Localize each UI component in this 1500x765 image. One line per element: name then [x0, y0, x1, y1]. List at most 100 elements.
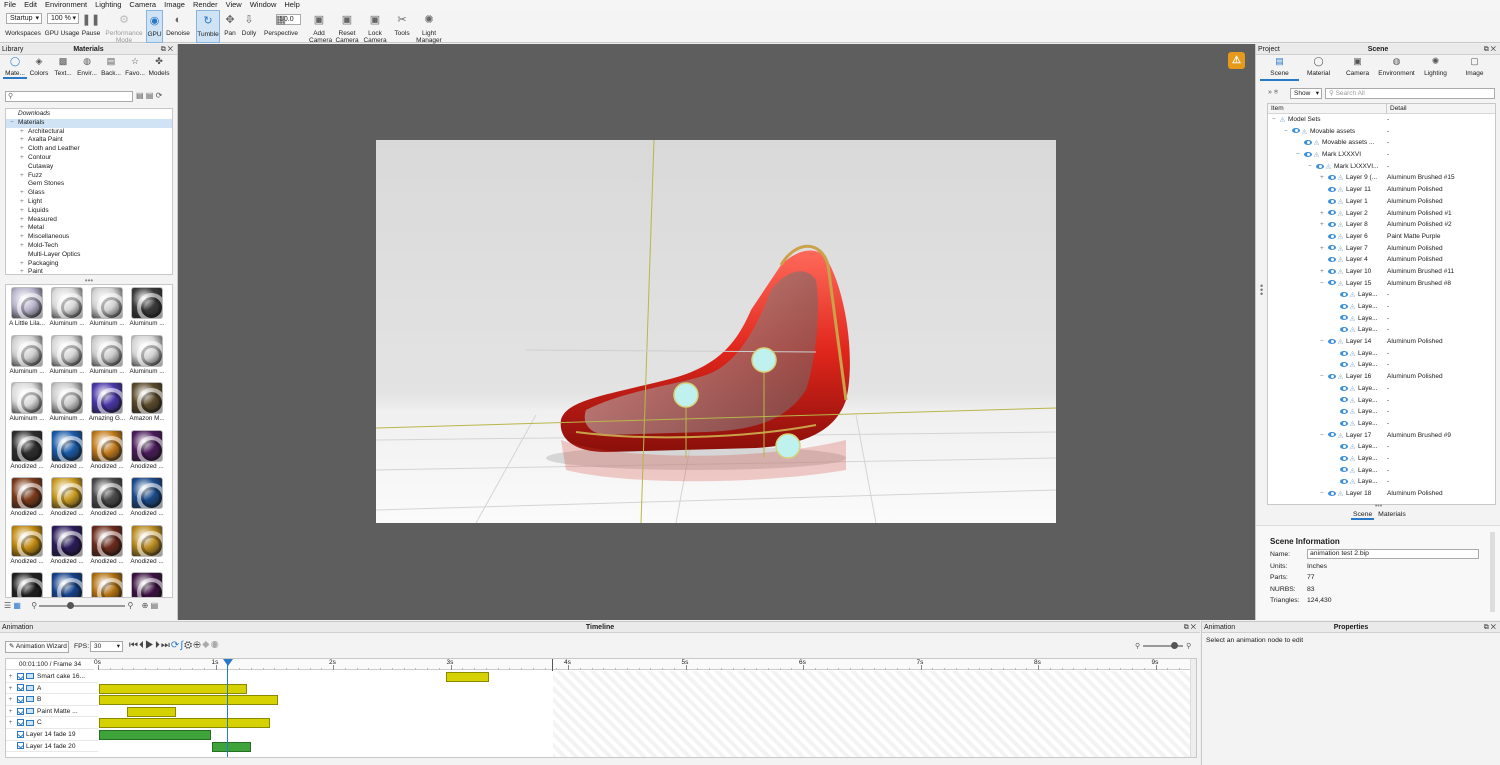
expand-icon[interactable]: +	[1320, 172, 1328, 184]
close-icon[interactable]: ⧉ ✕	[1184, 622, 1196, 633]
show-dropdown[interactable]: Show ▾	[1290, 88, 1322, 99]
col-detail-header[interactable]: Detail	[1386, 104, 1407, 114]
collapse-icon[interactable]: −	[1320, 371, 1328, 383]
thumbnail-size-slider[interactable]	[39, 601, 126, 609]
visibility-eye-icon[interactable]	[1328, 338, 1336, 344]
time-ruler[interactable]: 0s 1s 2s 3s 4s 5s 6s 7s 8s 9s	[94, 659, 1196, 670]
project-tab-scene[interactable]: ▤ Scene	[1260, 55, 1299, 81]
expand-icon[interactable]: +	[20, 145, 28, 154]
material-thumbnail[interactable]: Aluminum ...	[127, 285, 167, 333]
expand-icon[interactable]: +	[20, 198, 28, 207]
collapse-icon[interactable]: −	[1272, 114, 1280, 126]
material-thumbnail[interactable]: Anodized ...	[127, 570, 167, 597]
menu-help[interactable]: Help	[280, 0, 303, 10]
material-thumbnail[interactable]: Anodized ...	[7, 523, 47, 571]
scene-tree-row[interactable]: − ◬ Mark LXXXVI... -	[1268, 161, 1495, 173]
pan-button[interactable]: ✥ Pan	[222, 10, 238, 43]
grid-view-icon[interactable]: ▦	[13, 601, 21, 610]
library-tree-item[interactable]: + Glass	[6, 189, 172, 198]
timeline-zoom-slider[interactable]	[1143, 642, 1184, 650]
animation-clip[interactable]	[99, 730, 211, 740]
library-tree-item[interactable]: + Axalta Paint	[6, 136, 172, 145]
scene-tree-row[interactable]: ◬ Laye... -	[1268, 465, 1495, 477]
visibility-eye-icon[interactable]	[1340, 420, 1348, 426]
visibility-eye-icon[interactable]	[1328, 432, 1336, 438]
scene-tree-row[interactable]: ◬ Laye... -	[1268, 476, 1495, 488]
dolly-button[interactable]: ⇩ Dolly	[239, 10, 259, 43]
visibility-eye-icon[interactable]	[1304, 151, 1312, 157]
animation-clip[interactable]	[99, 718, 270, 729]
end-marker[interactable]	[552, 659, 553, 671]
scene-tree-row[interactable]: + ◬ Layer 2 Aluminum Polished #1	[1268, 208, 1495, 220]
scene-tree-row[interactable]: + ◬ Layer 9 (... Aluminum Brushed #15	[1268, 172, 1495, 184]
folder-icon[interactable]: ▤	[151, 601, 159, 610]
library-tab-0[interactable]: ◯ Mate...	[3, 55, 27, 79]
reset-camera-button[interactable]: ▣ Reset Camera	[335, 10, 359, 44]
menu-environment[interactable]: Environment	[41, 0, 91, 10]
scene-tree-row[interactable]: ◬ Laye... -	[1268, 324, 1495, 336]
scene-tree-row[interactable]: − ◬ Layer 14 Aluminum Polished	[1268, 336, 1495, 348]
workspaces-button[interactable]: Workspaces	[3, 10, 43, 43]
collapse-icon[interactable]: −	[1296, 149, 1304, 161]
library-tree-item[interactable]: + Light	[6, 198, 172, 207]
visibility-eye-icon[interactable]	[1328, 198, 1336, 204]
project-tab-lighting[interactable]: ✺ Lighting	[1416, 55, 1455, 81]
visibility-eye-icon[interactable]	[1340, 479, 1348, 485]
visibility-eye-icon[interactable]	[1316, 163, 1324, 169]
project-tab-environment[interactable]: ◍ Environment	[1377, 55, 1416, 81]
library-tree-item[interactable]: + Fuzz	[6, 172, 172, 181]
animation-clip[interactable]	[212, 741, 251, 752]
add-icon[interactable]: ⊕	[142, 601, 149, 610]
playhead-handle[interactable]	[223, 659, 233, 666]
project-tab-camera[interactable]: ▣ Camera	[1338, 55, 1377, 81]
collapse-icon[interactable]: −	[10, 119, 18, 128]
project-tab-image[interactable]: ▢ Image	[1455, 55, 1494, 81]
scene-tree-row[interactable]: − ◬ Layer 18 Aluminum Polished	[1268, 488, 1495, 500]
fps-select[interactable]: 30 ▾	[90, 641, 123, 652]
visibility-eye-icon[interactable]	[1340, 350, 1348, 356]
info-scrollbar[interactable]	[1490, 532, 1495, 612]
visibility-eye-icon[interactable]	[1328, 221, 1336, 227]
scene-tree-row[interactable]: ◬ Laye... -	[1268, 301, 1495, 313]
material-thumbnail[interactable]: Aluminum ...	[127, 333, 167, 381]
denoise-button[interactable]: ◐ Denoise	[165, 10, 191, 43]
material-thumbnail[interactable]: Anodized ...	[87, 570, 127, 597]
expand-icon[interactable]: +	[20, 128, 28, 137]
playhead[interactable]	[227, 659, 228, 757]
timeline-scrollbar[interactable]	[1190, 659, 1196, 757]
library-tree-item[interactable]: Multi-Layer Optics	[6, 251, 172, 260]
scene-tree-row[interactable]: ◬ Laye... -	[1268, 289, 1495, 301]
scene-tree-row[interactable]: + ◬ Layer 10 Aluminum Brushed #11	[1268, 266, 1495, 278]
scene-tree-row[interactable]: ◬ Laye... -	[1268, 441, 1495, 453]
rendered-image[interactable]	[376, 140, 1056, 523]
collapse-icon[interactable]: −	[1320, 336, 1328, 348]
library-tree-item[interactable]: Cutaway	[6, 163, 172, 172]
scene-tree-row[interactable]: ◬ Laye... -	[1268, 406, 1495, 418]
collapse-icon[interactable]: −	[1320, 488, 1328, 500]
snap-icon[interactable]: ⊕	[193, 640, 202, 651]
library-tree-item[interactable]: Gem Stones	[6, 180, 172, 189]
library-tree-item[interactable]: + Architectural	[6, 128, 172, 137]
material-thumbnail[interactable]: Amazing G...	[87, 380, 127, 428]
library-tab-5[interactable]: ☆ Favo...	[123, 55, 147, 79]
expand-icon[interactable]: +	[20, 189, 28, 198]
gpu-button[interactable]: ◉ GPU	[146, 10, 163, 43]
visibility-eye-icon[interactable]	[1340, 444, 1348, 450]
material-thumbnail[interactable]: Aluminum ...	[47, 285, 87, 333]
material-thumbnail[interactable]: A Little Lila...	[7, 285, 47, 333]
scene-tree-row[interactable]: ◬ Laye... -	[1268, 359, 1495, 371]
material-thumbnail[interactable]: Aluminum ...	[87, 333, 127, 381]
library-tree-item[interactable]: + Measured	[6, 216, 172, 225]
collapse-icon[interactable]: −	[1320, 278, 1328, 290]
visibility-eye-icon[interactable]	[1340, 362, 1348, 368]
scene-tree-row[interactable]: ◬ Laye... -	[1268, 395, 1495, 407]
subtab-materials[interactable]: Materials	[1376, 511, 1408, 518]
library-tree-item[interactable]: + Liquids	[6, 207, 172, 216]
last-frame-icon[interactable]: ⏭	[161, 640, 171, 651]
scene-tree-row[interactable]: ◬ Layer 11 Aluminum Polished	[1268, 184, 1495, 196]
library-tree-item[interactable]: + Contour	[6, 154, 172, 163]
expand-icon[interactable]: +	[1320, 219, 1328, 231]
zoom-in-icon[interactable]: ⚲	[1186, 643, 1191, 650]
loop-icon[interactable]: ⟳	[171, 640, 180, 651]
menu-edit[interactable]: Edit	[20, 0, 41, 10]
